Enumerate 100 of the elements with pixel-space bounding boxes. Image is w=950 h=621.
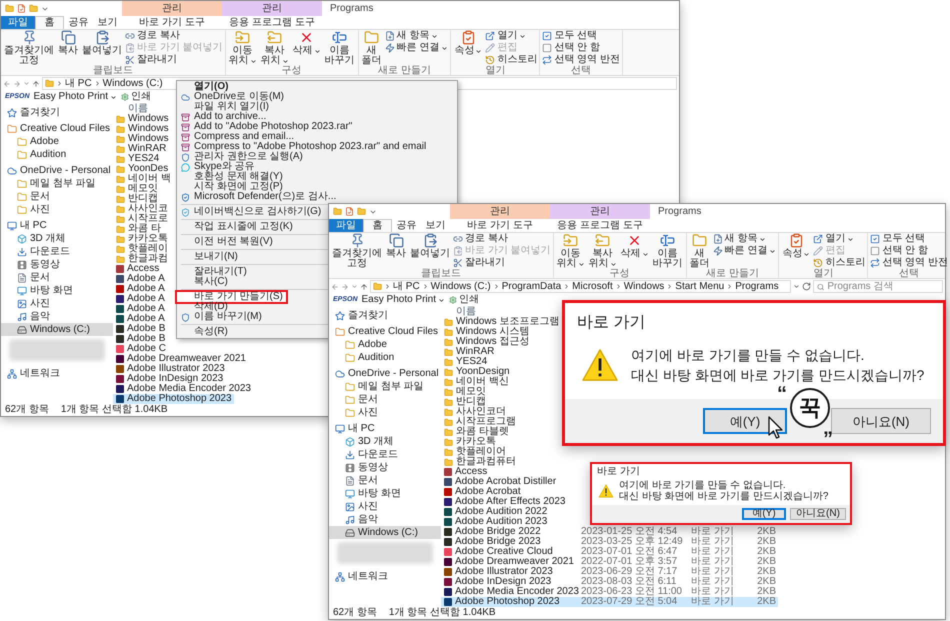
nav-item[interactable]: 음악 <box>1 310 113 323</box>
ribbon-button[interactable]: 경로 복사 <box>125 30 223 42</box>
file-row[interactable]: Windows <box>113 114 171 124</box>
nav-item[interactable]: 음악 <box>329 513 441 526</box>
file-row[interactable]: Windows 접근성 <box>441 337 532 347</box>
nav-item[interactable]: 메일 첨부 파일 <box>329 380 441 393</box>
nav-item[interactable]: Windows (C:) <box>329 526 441 539</box>
dialog-button[interactable]: 예(Y) <box>742 508 786 520</box>
breadcrumb[interactable]: 내 PC <box>65 78 92 88</box>
forward-icon[interactable] <box>13 80 21 88</box>
ribbon-button[interactable]: 경로 복사 <box>453 233 551 245</box>
ribbon-button[interactable]: 복사 위치 <box>588 233 618 269</box>
file-row[interactable]: 와콤 타블렛 <box>441 427 511 437</box>
breadcrumb[interactable]: Windows (C:) <box>430 282 491 292</box>
file-row[interactable]: 시작프로 <box>113 214 170 224</box>
file-row[interactable]: Adobe Bridge 2023 2023-03-25 오후 12:49 바로 가기 2KB <box>441 537 778 547</box>
ribbon-button[interactable]: 삭제 <box>292 30 322 56</box>
file-row[interactable]: Adobe A <box>113 304 167 314</box>
nav-item[interactable]: 내 PC <box>1 219 113 232</box>
up-arrow-icon[interactable] <box>32 80 40 88</box>
file-row[interactable]: WinRAR <box>441 347 496 357</box>
menu-item[interactable]: Compress to "Adobe Photoshop 2023.rar" and email <box>177 142 430 152</box>
menu-item[interactable]: 속성(R) <box>177 327 231 337</box>
file-row[interactable]: YES24 <box>441 357 490 367</box>
ribbon-button[interactable]: 빠른 연결 <box>712 245 776 257</box>
file-row[interactable]: 네이버 백신 <box>441 377 511 387</box>
nav-item[interactable]: 바탕 화면 <box>329 487 441 500</box>
menu-item[interactable]: Compress and email... <box>177 132 298 142</box>
menu-item[interactable]: 호환성 문제 해결(Y) <box>177 172 286 182</box>
folder-icon[interactable] <box>5 4 14 13</box>
file-row[interactable]: Windows 시스템 <box>441 327 532 337</box>
file-row[interactable]: 네이버 백 <box>113 174 173 184</box>
nav-item[interactable]: 다운로드 <box>1 245 113 258</box>
ribbon-button[interactable]: 잘라내기 <box>125 54 223 66</box>
ribbon-tab[interactable]: 파일 <box>329 219 363 232</box>
ribbon-button[interactable]: 히스토리 <box>485 54 538 66</box>
nav-item[interactable]: OneDrive - Personal <box>329 367 441 380</box>
breadcrumb[interactable]: Microsoft <box>572 282 613 292</box>
nav-item[interactable]: 사진 <box>1 203 113 216</box>
menu-item[interactable]: 작업 표시줄에 고정(K) <box>177 222 296 232</box>
ribbon-button[interactable]: 선택 영역 반전 <box>542 54 620 66</box>
menu-item[interactable]: 열기(O) <box>177 82 232 92</box>
ribbon-button[interactable]: 속성 <box>453 30 484 56</box>
breadcrumb[interactable]: Programs <box>735 282 779 292</box>
file-row[interactable]: 카카오톡 <box>441 437 498 447</box>
ribbon-tab[interactable]: 홈 <box>35 16 64 29</box>
ribbon-tab[interactable]: 바로 가기 도구 <box>450 219 550 232</box>
file-row[interactable]: 핫플레이어 <box>441 447 508 457</box>
ribbon-button[interactable]: 즐겨찾기에 고정 <box>331 233 383 269</box>
file-row[interactable]: 사사인코더 <box>441 407 508 417</box>
file-row[interactable]: 메모잇 <box>113 184 160 194</box>
ribbon-tab[interactable]: 홈 <box>363 219 392 232</box>
file-row[interactable]: Adobe Illustrator 2023 2023-06-29 오전 7:17 바로 가기 2KB <box>441 567 778 577</box>
nav-item[interactable]: 문서 <box>329 474 441 487</box>
file-row[interactable]: Access <box>113 264 162 274</box>
ribbon-tab[interactable]: 공유 <box>64 16 93 29</box>
file-row[interactable]: Adobe A <box>113 294 167 304</box>
nav-item[interactable]: Audition <box>1 148 113 161</box>
file-row[interactable]: Windows <box>113 124 171 134</box>
ribbon-button[interactable]: 복사 위치 <box>260 30 290 66</box>
menu-item[interactable]: OneDrive로 이동(M) <box>177 92 288 102</box>
refresh-icon[interactable] <box>802 282 811 291</box>
file-row[interactable]: Adobe Media Encoder 2023 2023-06-23 오전 11:00 바로 가기 2KB <box>441 587 778 597</box>
file-row[interactable]: Access <box>441 467 490 477</box>
menu-item[interactable]: 파일 위치 열기(I) <box>177 102 272 112</box>
menu-item[interactable]: 잘라내기(T) <box>177 267 250 277</box>
breadcrumb[interactable]: ProgramData <box>502 282 562 292</box>
menu-item[interactable]: 관리자 권한으로 실행(A) <box>177 152 306 162</box>
nav-item[interactable]: 메일 첨부 파일 <box>1 177 113 190</box>
ribbon-button[interactable]: 선택 영역 반전 <box>870 257 948 269</box>
nav-item[interactable]: 사진 <box>1 297 113 310</box>
nav-item[interactable]: 바탕 화면 <box>1 284 113 297</box>
nav-item[interactable]: 즐겨찾기 <box>1 106 113 119</box>
file-row[interactable]: Adobe A <box>113 284 167 294</box>
ribbon-tab[interactable]: 보기 <box>421 219 450 232</box>
address-bar[interactable]: 내 PC Windows (C:) ProgramData Microsoft Windows Start Menu Programs <box>370 280 791 293</box>
ribbon-tab[interactable]: 바로 가기 도구 <box>122 16 222 29</box>
dialog-button[interactable]: 아니요(N) <box>790 508 846 520</box>
ribbon-button[interactable]: 빠른 연결 <box>384 42 448 54</box>
file-row[interactable]: 메모잇 <box>441 387 488 397</box>
ribbon-tab[interactable]: 파일 <box>1 16 35 29</box>
menu-item[interactable]: Add to "Adobe Photoshop 2023.rar" <box>177 122 356 132</box>
ribbon-button[interactable]: 새 항목 <box>384 30 448 42</box>
file-row[interactable]: WinRAR <box>113 144 168 154</box>
column-header[interactable]: 이름 <box>441 306 476 316</box>
file-row[interactable]: 시작프로그램 <box>441 417 518 427</box>
breadcrumb[interactable]: 내 PC <box>393 282 420 292</box>
folder-icon[interactable] <box>29 4 38 13</box>
breadcrumb[interactable]: Windows <box>624 282 664 292</box>
nav-item[interactable]: 사진 <box>329 406 441 419</box>
menu-item[interactable]: 삭제(D) <box>177 302 231 312</box>
search-field[interactable]: Programs 검색 <box>813 280 943 293</box>
ribbon-button[interactable]: 복사 <box>57 30 79 56</box>
file-row[interactable]: Adobe InDesign 2023 2023-08-03 오전 6:11 바로 가기 2KB <box>441 577 778 587</box>
back-icon[interactable] <box>331 282 339 290</box>
ribbon-tab[interactable]: 응용 프로그램 도구 <box>222 16 322 29</box>
nav-item[interactable]: 3D 개체 <box>329 435 441 448</box>
menu-item[interactable]: Skype와 공유 <box>177 162 258 172</box>
file-row[interactable]: Adobe B <box>113 324 168 334</box>
properties-icon[interactable] <box>345 207 354 216</box>
